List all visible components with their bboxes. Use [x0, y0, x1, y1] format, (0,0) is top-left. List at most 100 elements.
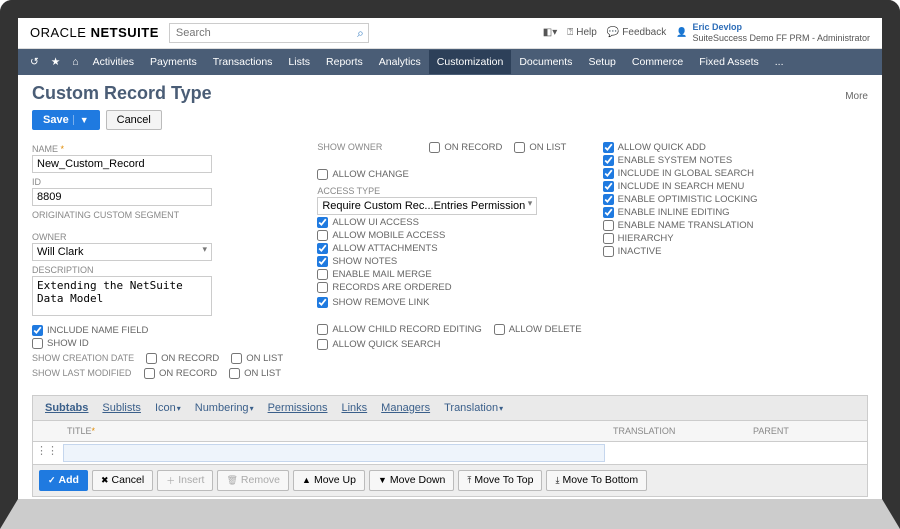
row-cancel-button[interactable]: ✖Cancel [92, 470, 153, 491]
chevron-down-icon: ▾ [499, 404, 503, 413]
middle-column: SHOW OWNER ON RECORD ON LIST ALLOW CHANG… [317, 140, 582, 381]
nav-commerce[interactable]: Commerce [624, 50, 691, 74]
title-input[interactable] [63, 444, 605, 462]
nav-fixedassets[interactable]: Fixed Assets [691, 50, 767, 74]
allow-attach-checkbox[interactable]: ALLOW ATTACHMENTS [317, 243, 582, 254]
show-id-checkbox[interactable]: SHOW ID [32, 338, 297, 349]
search-icon[interactable]: ⌕ [357, 26, 364, 41]
nav-transactions[interactable]: Transactions [205, 50, 281, 74]
allow-change-checkbox[interactable]: ALLOW CHANGE [317, 169, 409, 180]
movedown-button[interactable]: ▼Move Down [369, 470, 454, 491]
segment-label: ORIGINATING CUSTOM SEGMENT [32, 210, 297, 220]
access-type-label: ACCESS TYPE [317, 186, 582, 196]
x-icon: ✖ [101, 475, 109, 486]
enable-mail-checkbox[interactable]: ENABLE MAIL MERGE [317, 269, 582, 280]
include-name-checkbox[interactable]: INCLUDE NAME FIELD [32, 325, 297, 336]
star-icon[interactable]: ★ [45, 56, 66, 68]
allow-mobile-checkbox[interactable]: ALLOW MOBILE ACCESS [317, 230, 582, 241]
movebottom-button[interactable]: ⤓Move To Bottom [546, 470, 647, 491]
insert-button[interactable]: ＋Insert [157, 470, 213, 491]
id-label: ID [32, 177, 297, 187]
access-type-select[interactable] [317, 197, 537, 215]
navbar: ↺ ★ ⌂ Activities Payments Transactions L… [18, 49, 882, 75]
chevron-down-icon: ▾ [177, 404, 181, 413]
tab-managers[interactable]: Managers [375, 400, 436, 416]
nav-activities[interactable]: Activities [85, 50, 142, 74]
tab-translation[interactable]: Translation▾ [438, 400, 509, 416]
owner-label: OWNER [32, 232, 297, 242]
user-icon: 👤 [676, 27, 687, 38]
enable-nametrans-checkbox[interactable]: ENABLE NAME TRANSLATION [603, 220, 868, 231]
modified-onrecord-checkbox[interactable]: ON RECORD [144, 368, 217, 379]
nav-lists[interactable]: Lists [280, 50, 318, 74]
enable-systemnotes-checkbox[interactable]: ENABLE SYSTEM NOTES [603, 155, 868, 166]
moveup-button[interactable]: ▲Move Up [293, 470, 365, 491]
page-title: Custom Record Type [32, 83, 212, 104]
row-handle-icon[interactable]: ⋮⋮ [33, 442, 61, 464]
nav-setup[interactable]: Setup [580, 50, 623, 74]
tab-subtabs[interactable]: Subtabs [39, 400, 94, 416]
nav-payments[interactable]: Payments [142, 50, 205, 74]
show-owner-label: SHOW OWNER [317, 142, 417, 152]
global-search: ⌕ [169, 23, 369, 43]
include-globalsearch-checkbox[interactable]: INCLUDE IN GLOBAL SEARCH [603, 168, 868, 179]
feedback-link[interactable]: 💬 Feedback [607, 27, 666, 38]
allow-quickadd-checkbox[interactable]: ALLOW QUICK ADD [603, 142, 868, 153]
name-label: NAME [32, 144, 297, 154]
save-dropdown-icon[interactable]: ▼ [73, 115, 89, 125]
owner-onlist-checkbox[interactable]: ON LIST [514, 142, 566, 153]
allow-delete-checkbox[interactable]: ALLOW DELETE [494, 324, 582, 335]
tab-links[interactable]: Links [335, 400, 373, 416]
notifications-icon[interactable]: ◧▾ [543, 27, 557, 38]
tab-numbering[interactable]: Numbering▾ [189, 400, 260, 416]
tab-permissions[interactable]: Permissions [262, 400, 334, 416]
modified-onlist-checkbox[interactable]: ON LIST [229, 368, 281, 379]
arrow-top-icon: ⤒ [467, 475, 471, 486]
history-icon[interactable]: ↺ [24, 56, 45, 68]
nav-overflow[interactable]: ... [767, 50, 792, 74]
nav-customization[interactable]: Customization [429, 50, 512, 74]
tab-sublists[interactable]: Sublists [96, 400, 147, 416]
name-field[interactable] [32, 155, 212, 173]
help-link[interactable]: ⍰ Help [567, 27, 597, 38]
allow-ui-checkbox[interactable]: ALLOW UI ACCESS [317, 217, 582, 228]
show-creation-label: SHOW CREATION DATE [32, 353, 134, 363]
add-button[interactable]: ✓Add [39, 470, 88, 491]
arrow-bottom-icon: ⤓ [555, 475, 559, 486]
nav-documents[interactable]: Documents [511, 50, 580, 74]
cancel-button[interactable]: Cancel [106, 110, 162, 130]
hierarchy-checkbox[interactable]: HIERARCHY [603, 233, 868, 244]
nav-reports[interactable]: Reports [318, 50, 371, 74]
enable-inline-checkbox[interactable]: ENABLE INLINE EDITING [603, 207, 868, 218]
arrow-down-icon: ▼ [378, 475, 387, 485]
inactive-checkbox[interactable]: INACTIVE [603, 246, 868, 257]
id-field[interactable] [32, 188, 212, 206]
search-input[interactable] [169, 23, 369, 43]
home-icon[interactable]: ⌂ [66, 56, 84, 68]
include-searchmenu-checkbox[interactable]: INCLUDE IN SEARCH MENU [603, 181, 868, 192]
user-menu[interactable]: 👤 Eric Devlop SuiteSuccess Demo FF PRM -… [676, 22, 870, 44]
creation-onlist-checkbox[interactable]: ON LIST [231, 353, 283, 364]
tab-icon[interactable]: Icon▾ [149, 400, 187, 416]
save-button[interactable]: Save▼ [32, 110, 100, 130]
allow-child-checkbox[interactable]: ALLOW CHILD RECORD EDITING [317, 324, 481, 335]
owner-select[interactable] [32, 243, 212, 261]
records-ordered-checkbox[interactable]: RECORDS ARE ORDERED [317, 282, 582, 293]
description-field[interactable]: Extending the NetSuite Data Model [32, 276, 212, 316]
owner-onrecord-checkbox[interactable]: ON RECORD [429, 142, 502, 153]
check-icon: ✓ [48, 475, 56, 486]
left-column: NAME ID ORIGINATING CUSTOM SEGMENT OWNER… [32, 140, 297, 381]
show-modified-label: SHOW LAST MODIFIED [32, 368, 132, 378]
show-notes-checkbox[interactable]: SHOW NOTES [317, 256, 582, 267]
grid-header: TITLE* TRANSLATION PARENT [33, 421, 867, 442]
enable-optimistic-checkbox[interactable]: ENABLE OPTIMISTIC LOCKING [603, 194, 868, 205]
more-link[interactable]: More [845, 91, 868, 102]
creation-onrecord-checkbox[interactable]: ON RECORD [146, 353, 219, 364]
show-remove-checkbox[interactable]: SHOW REMOVE LINK [317, 297, 429, 308]
remove-button[interactable]: 🗑Remove [217, 470, 289, 491]
allow-quicksearch-checkbox[interactable]: ALLOW QUICK SEARCH [317, 339, 582, 350]
movetop-button[interactable]: ⤒Move To Top [458, 470, 542, 491]
grid-buttons: ✓Add ✖Cancel ＋Insert 🗑Remove ▲Move Up ▼M… [33, 464, 867, 496]
trash-icon: 🗑 [226, 475, 237, 486]
nav-analytics[interactable]: Analytics [371, 50, 429, 74]
